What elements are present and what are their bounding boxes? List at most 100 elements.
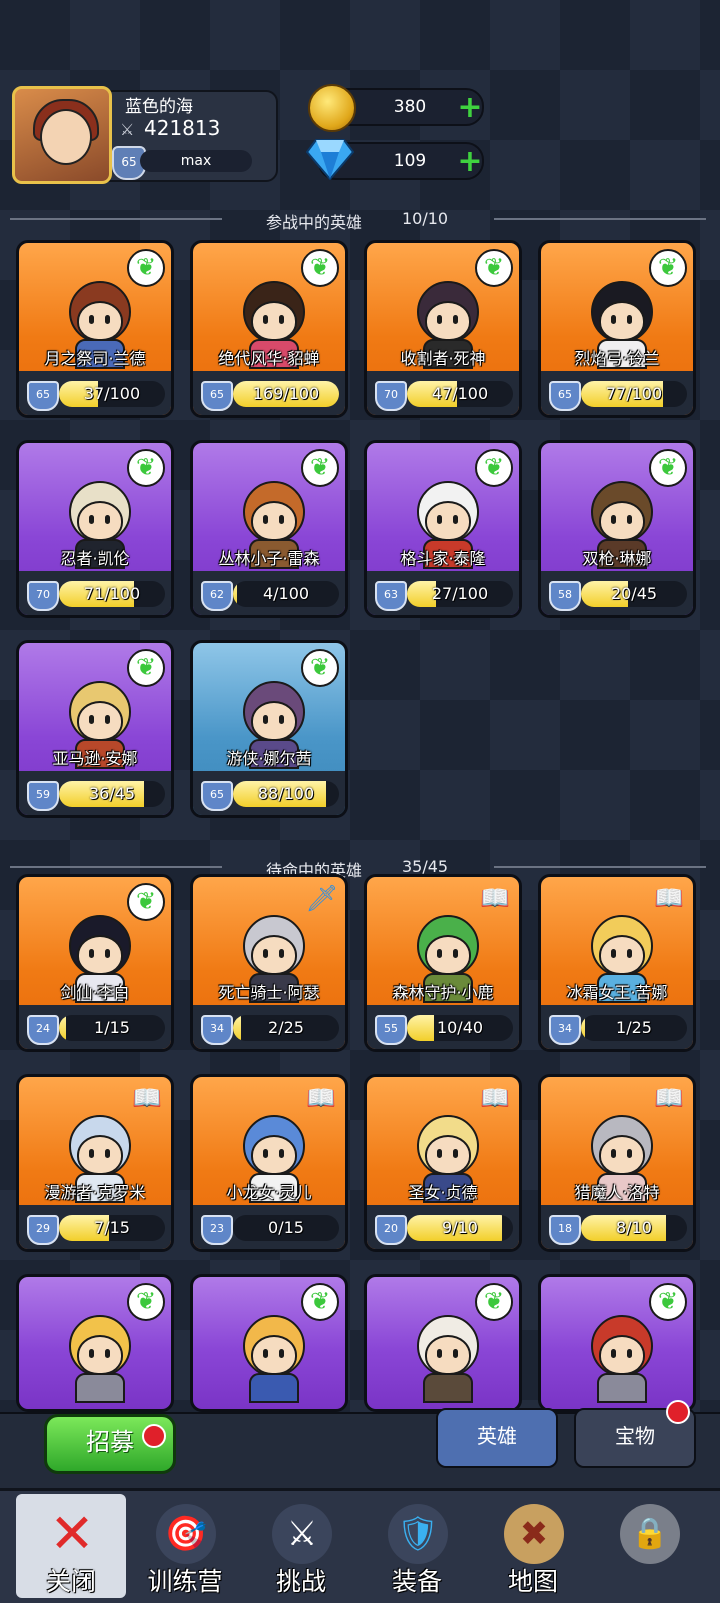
hero-name: 游侠·娜尔茜 [226,749,312,768]
hero-level-badge: 65 [201,781,233,811]
close-icon: ✕ [49,1502,95,1565]
hero-card[interactable]: 🗡 死亡骑士·阿瑟 34 2/25 [190,874,348,1052]
sword-icon: ⚔ [272,1504,332,1564]
nav-equipment[interactable]: 🛡 装备 [362,1494,472,1598]
lock-icon: 🔒 [620,1504,680,1564]
hero-shard-progress: 8/10 [616,1218,652,1237]
hero-level-badge: 59 [27,781,59,811]
power-value: 421813 [144,116,221,140]
hero-shard-bar: 71/100 [59,581,165,607]
nav-locked[interactable]: 🔒 [594,1494,704,1598]
hero-card[interactable]: ❦ 月之祭司·兰德 65 37/100 [16,240,174,418]
nav-map[interactable]: ✖ 地图 [478,1494,588,1598]
hero-level-badge: 34 [549,1015,581,1045]
hero-shard-progress: 1/25 [616,1018,652,1037]
add-gold-button[interactable]: + [456,93,484,123]
hero-card[interactable]: ❦ 双枪·琳娜 58 20/45 [538,440,696,618]
hero-card[interactable]: ❦ [364,1274,522,1412]
hero-name: 森林守护·小鹿 [392,983,494,1002]
hero-portrait [63,1311,133,1403]
hero-card[interactable]: 📖 圣女·贞德 20 9/10 [364,1074,522,1252]
hero-card[interactable]: 📖 森林守护·小鹿 55 10/40 [364,874,522,1052]
avatar[interactable] [12,86,112,184]
hero-shard-bar: 77/100 [581,381,687,407]
hero-level-badge: 65 [27,381,59,411]
hero-portrait [237,1311,307,1403]
wing-icon: ❦ [475,449,513,487]
book-icon: 📖 [132,1084,162,1112]
gem-value: 109 [393,151,427,171]
wing-icon: ❦ [649,249,687,287]
hero-level-badge: 29 [27,1215,59,1245]
armor-icon: 🛡 [388,1504,448,1564]
nav-label: 装备 [391,1567,442,1596]
nav-close[interactable]: ✕ 关闭 [16,1494,126,1598]
hero-shard-progress: 169/100 [252,384,320,403]
hero-shard-bar: 27/100 [407,581,513,607]
hero-card[interactable]: ❦ 格斗家·泰隆 63 27/100 [364,440,522,618]
hero-card[interactable]: ❦ 游侠·娜尔茜 65 88/100 [190,640,348,818]
hero-shard-bar: 7/15 [59,1215,165,1241]
wing-icon: ❦ [127,883,165,921]
hero-portrait [585,1311,655,1403]
hero-card[interactable]: ❦ 收割者·死神 70 47/100 [364,240,522,418]
hero-shard-progress: 1/15 [94,1018,130,1037]
book-icon: 📖 [480,1084,510,1112]
hero-card[interactable]: ❦ 烈焰弓·铃兰 65 77/100 [538,240,696,418]
wing-icon: ❦ [127,649,165,687]
hero-level-badge: 18 [549,1215,581,1245]
nav-training[interactable]: 🎯 训练营 [130,1494,240,1598]
nav-challenge[interactable]: ⚔ 挑战 [246,1494,356,1598]
hero-shard-bar: 2/25 [233,1015,339,1041]
wing-icon: ❦ [301,449,339,487]
hero-card[interactable]: 📖 冰霜女王·苦娜 34 1/25 [538,874,696,1052]
hero-card[interactable]: ❦ 剑仙·李白 24 1/15 [16,874,174,1052]
hero-name: 死亡骑士·阿瑟 [218,983,320,1002]
hero-name: 收割者·死神 [400,349,486,368]
hero-name: 格斗家·泰隆 [400,549,486,568]
hero-shard-progress: 37/100 [83,384,141,403]
wing-icon: ❦ [127,249,165,287]
hero-card[interactable]: 📖 猎魔人·洛特 18 8/10 [538,1074,696,1252]
hero-shard-progress: 20/45 [610,584,658,603]
hero-shard-bar: 4/100 [233,581,339,607]
hero-shard-progress: 27/100 [431,584,489,603]
gold-coin-icon [308,84,356,132]
hero-name: 小龙女·灵儿 [226,1183,312,1202]
hero-name: 圣女·贞德 [408,1183,478,1202]
tab-hero[interactable]: 英雄 [436,1408,558,1468]
add-gem-button[interactable]: + [456,147,484,177]
nav-label: 地图 [507,1567,558,1596]
hero-card[interactable]: ❦ [16,1274,174,1412]
hero-card[interactable]: 📖 漫游者·克罗米 29 7/15 [16,1074,174,1252]
divider [494,218,706,220]
hero-card[interactable]: ❦ [538,1274,696,1412]
hero-card[interactable]: ❦ 忍者·凯伦 70 71/100 [16,440,174,618]
hero-card[interactable]: 📖 小龙女·灵儿 23 0/15 [190,1074,348,1252]
hero-shard-progress: 71/100 [83,584,141,603]
hero-card[interactable]: ❦ [190,1274,348,1412]
hero-shard-progress: 9/10 [442,1218,478,1237]
hero-level-badge: 34 [201,1015,233,1045]
hero-shard-bar: 88/100 [233,781,339,807]
wing-icon: ❦ [475,249,513,287]
hero-name: 亚马逊·安娜 [52,749,138,768]
hero-card[interactable]: ❦ 绝代风华·貂蝉 65 169/100 [190,240,348,418]
nav-label: 挑战 [275,1567,326,1596]
hero-shard-progress: 36/45 [88,784,136,803]
map-icon: ✖ [504,1504,564,1564]
player-exp-bar: max [140,150,252,172]
hero-name: 绝代风华·貂蝉 [218,349,320,368]
hero-card[interactable]: ❦ 亚马逊·安娜 59 36/45 [16,640,174,818]
player-name: 蓝色的海 [125,97,193,117]
hero-card[interactable]: ❦ 丛林小子·雷森 62 4/100 [190,440,348,618]
book-icon: 📖 [654,1084,684,1112]
hero-name: 冰霜女王·苦娜 [566,983,668,1002]
hero-name: 剑仙·李白 [60,983,130,1002]
nav-label: 训练营 [147,1567,223,1596]
target-icon: 🎯 [156,1504,216,1564]
hero-name: 双枪·琳娜 [582,549,652,568]
wing-icon: ❦ [127,449,165,487]
hero-name: 漫游者·克罗米 [44,1183,146,1202]
hero-name: 烈焰弓·铃兰 [574,349,660,368]
